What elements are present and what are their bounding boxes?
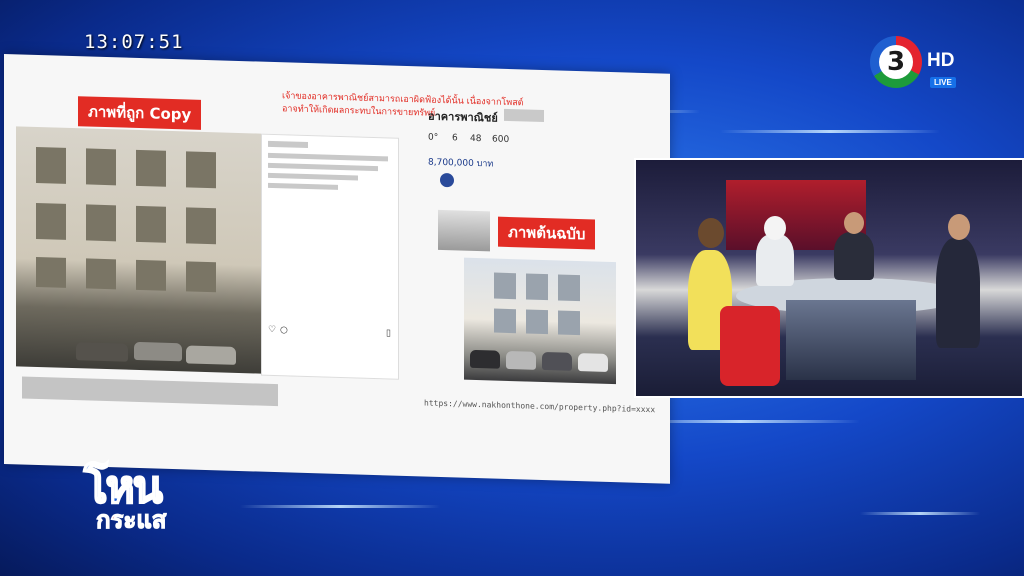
light-streak xyxy=(720,130,940,133)
property-stat: 600 xyxy=(492,134,510,145)
news-desk-base xyxy=(786,300,916,380)
show-logo: โหน กระแส xyxy=(83,452,234,542)
guest-white-suit xyxy=(756,234,794,286)
like-icon: ♡ xyxy=(268,324,277,336)
copied-photo-label: ภาพที่ถูก Copy xyxy=(78,96,202,130)
redacted-caption-bar xyxy=(22,376,278,407)
property-price: 8,700,000 บาท xyxy=(428,157,494,170)
show-title-bottom: กระแส xyxy=(95,506,167,535)
property-title: อาคารพาณิชย์ xyxy=(428,109,498,125)
source-url: https://www.nakhonthone.com/property.php… xyxy=(424,398,656,415)
original-photo-label: ภาพต้นฉบับ xyxy=(498,216,596,250)
original-thumbnail xyxy=(438,209,490,252)
light-streak xyxy=(240,505,440,508)
broadcast-clock: 13:07:51 xyxy=(84,31,184,53)
property-stat: 6 xyxy=(452,133,458,144)
guest-dark-suit xyxy=(834,232,874,280)
original-building-photo xyxy=(464,257,616,385)
copied-building-photo xyxy=(16,126,261,374)
bookmark-icon: ▯ xyxy=(386,328,391,339)
social-post-panel: ♡ ○ ▯ xyxy=(261,133,399,380)
channel-logo: 3 xyxy=(870,36,928,88)
property-stat: 0° xyxy=(428,132,439,143)
red-chair xyxy=(720,306,780,386)
channel-hd-label: HD xyxy=(927,50,955,71)
channel-number: 3 xyxy=(879,45,913,79)
studio-video-inset xyxy=(634,158,1024,398)
live-badge: LIVE xyxy=(930,77,956,88)
property-stat: 48 xyxy=(470,133,482,145)
host-right xyxy=(936,238,980,348)
comment-icon: ○ xyxy=(280,325,288,336)
phone-icon xyxy=(440,172,454,188)
evidence-board: ภาพที่ถูก Copy เจ้าของอาคารพาณิชย์สามารถ… xyxy=(4,54,670,484)
light-streak xyxy=(860,512,980,515)
